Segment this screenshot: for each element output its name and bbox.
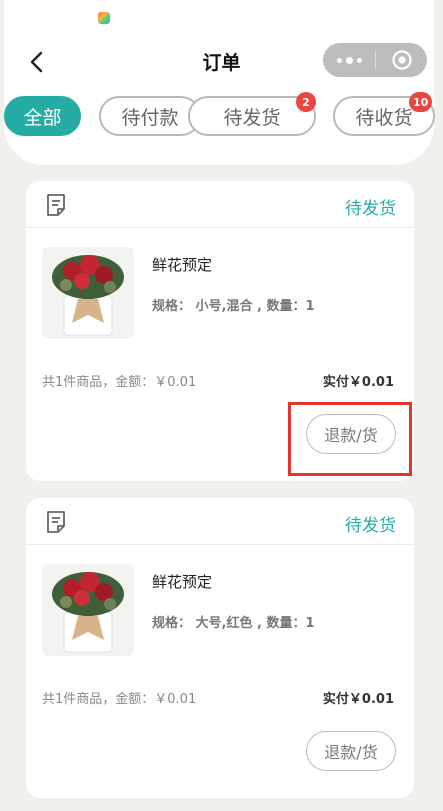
count-badge: 2 (296, 92, 316, 112)
order-summary: 共1件商品，金额：￥0.01 (42, 692, 197, 707)
product-name: 鲜花预定 (152, 256, 213, 274)
divider (26, 227, 414, 228)
product-spec: 规格： 大号,红色 , 数量：1 (152, 616, 315, 631)
target-circle-icon[interactable] (376, 43, 427, 77)
refund-button[interactable]: 退款/货 (306, 731, 396, 771)
tab-label: 待付款 (121, 106, 179, 129)
product-name: 鲜花预定 (152, 573, 213, 591)
tab-label: 待收货 (355, 106, 413, 129)
tab-pending-receipt[interactable]: 待收货 10 (333, 92, 435, 136)
app-status-icon (98, 12, 110, 24)
order-summary: 共1件商品，金额：￥0.01 (42, 375, 197, 390)
order-card: 待发货 鲜花预定 规格： 大号,红色 , 数量：1 共1件商品，金额：￥0.01… (26, 498, 414, 798)
mini-program-capsule (323, 43, 427, 77)
order-status: 待发货 (345, 516, 396, 536)
tab-pending-shipment[interactable]: 待发货 2 (188, 92, 316, 136)
paid-amount: 实付￥0.01 (322, 375, 394, 390)
top-header (4, 0, 434, 165)
highlight-box (288, 402, 412, 476)
paid-amount: 实付￥0.01 (322, 692, 394, 707)
divider (26, 544, 414, 545)
more-dots-icon[interactable] (323, 43, 375, 77)
tab-pending-payment[interactable]: 待付款 (99, 96, 201, 136)
order-status: 待发货 (345, 199, 396, 219)
tab-all[interactable]: 全部 (4, 96, 81, 136)
product-spec: 规格： 小号,混合 , 数量：1 (152, 299, 315, 314)
product-image[interactable] (42, 247, 134, 339)
tab-label: 全部 (23, 106, 62, 129)
count-badge: 10 (409, 92, 433, 112)
document-icon (47, 194, 65, 216)
order-status-tabs: 全部 待付款 待发货 2 待收货 10 (0, 92, 443, 138)
product-image[interactable] (42, 564, 134, 656)
tab-label: 待发货 (223, 106, 281, 129)
document-icon (47, 511, 65, 533)
